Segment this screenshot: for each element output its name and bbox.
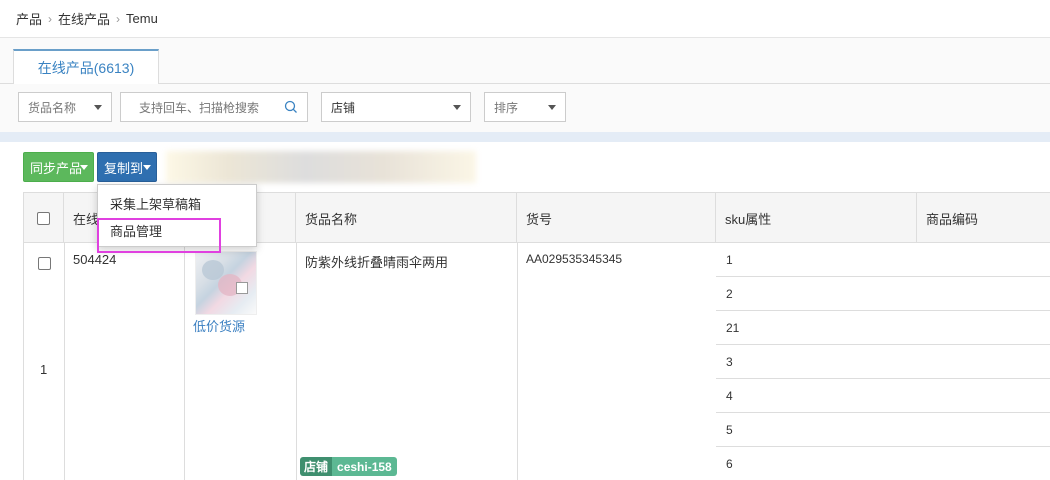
product-name-select[interactable]: 货品名称 <box>18 92 112 122</box>
copy-to-button[interactable]: 复制到 <box>97 152 157 182</box>
menu-item-draft-box[interactable]: 采集上架草稿箱 <box>110 194 201 213</box>
section-divider <box>0 132 1050 142</box>
row-index: 1 <box>40 362 48 377</box>
store-tag: 店铺 ceshi-158 <box>300 457 397 476</box>
sku-row: 4 <box>716 379 1050 413</box>
column-divider <box>517 243 518 480</box>
breadcrumb-sep: › <box>116 11 121 26</box>
product-name: 防紫外线折叠晴雨伞两用 <box>305 255 449 270</box>
search-placeholder: 支持回车、扫描枪搜索 <box>139 100 260 115</box>
header-product-name: 货品名称 <box>296 193 517 243</box>
column-divider <box>296 243 297 480</box>
header-sku-attr: sku属性 <box>716 193 917 243</box>
breadcrumb-item-products[interactable]: 产品 <box>16 9 42 28</box>
sku-row: 2 <box>716 277 1050 311</box>
header-product-code: 商品编码 <box>926 211 979 227</box>
sku-row: 1 <box>716 243 1050 277</box>
chevron-down-icon <box>80 165 88 170</box>
breadcrumb-sep: › <box>48 11 53 26</box>
column-divider <box>64 243 65 480</box>
sku-row: 3 <box>716 345 1050 379</box>
thumbnail-shape <box>236 282 248 294</box>
chevron-down-icon <box>94 105 102 110</box>
store-select[interactable]: 店铺 <box>321 92 471 122</box>
product-thumbnail[interactable] <box>195 251 257 315</box>
tab-online-products[interactable]: 在线产品(6613) <box>13 49 159 84</box>
sku-row: 21 <box>716 311 1050 345</box>
sku-number: AA029535345345 <box>526 252 623 266</box>
sku-row: 6 <box>716 447 1050 480</box>
search-input[interactable]: 支持回车、扫描枪搜索 <box>120 92 308 122</box>
tab-label: 在线产品(6613) <box>37 59 135 76</box>
store-tag-value: ceshi-158 <box>332 457 397 476</box>
sku-row: 5 <box>716 413 1050 447</box>
sort-select-label: 排序 <box>494 100 519 115</box>
store-select-label: 店铺 <box>331 100 356 115</box>
filter-area: 在线产品(6613) 货品名称 支持回车、扫描枪搜索 店铺 排序 <box>0 38 1050 132</box>
low-price-source-link[interactable]: 低价货源 <box>193 316 245 335</box>
product-name-select-label: 货品名称 <box>28 100 77 115</box>
sync-products-label: 同步产品 <box>30 160 83 176</box>
copy-to-label: 复制到 <box>104 160 144 176</box>
header-checkbox-cell <box>24 193 64 243</box>
search-icon[interactable] <box>283 99 299 115</box>
breadcrumb: 产品 › 在线产品 › Temu <box>0 0 1050 38</box>
sync-products-button[interactable]: 同步产品 <box>23 152 94 182</box>
breadcrumb-item-temu: Temu <box>126 11 158 26</box>
chevron-down-icon <box>453 105 461 110</box>
sort-select[interactable]: 排序 <box>484 92 566 122</box>
header-sku-no: 货号 <box>517 193 716 243</box>
row-checkbox[interactable] <box>38 257 51 270</box>
blurred-notice <box>166 151 476 183</box>
highlight-box <box>97 218 221 253</box>
select-all-checkbox[interactable] <box>37 211 50 225</box>
breadcrumb-item-online-products[interactable]: 在线产品 <box>58 9 110 28</box>
chevron-down-icon <box>143 165 151 170</box>
tab-gap <box>14 83 158 84</box>
column-divider <box>184 243 185 480</box>
chevron-down-icon <box>548 105 556 110</box>
store-tag-label: 店铺 <box>300 457 333 476</box>
online-id: 504424 <box>73 252 117 267</box>
